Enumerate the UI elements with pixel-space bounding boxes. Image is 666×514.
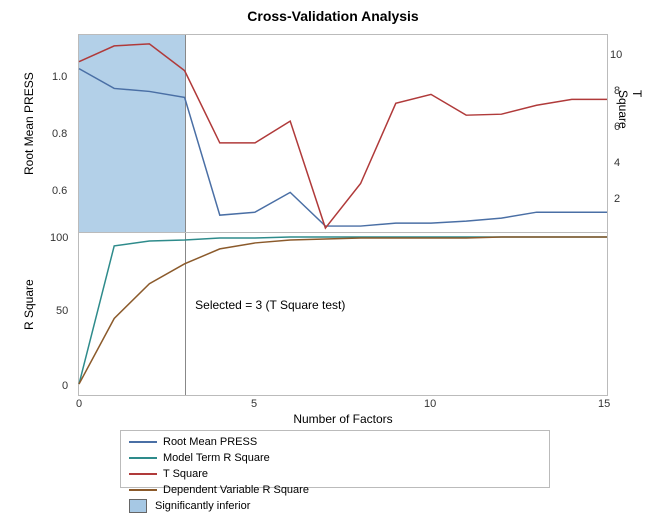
legend-label: Model Term R Square — [163, 452, 270, 464]
ytick: 50 — [56, 305, 68, 317]
panel-bot: Selected = 3 (T Square test) — [79, 233, 607, 395]
ytick: 1.0 — [52, 71, 67, 83]
legend-swatch-line — [129, 473, 157, 475]
y-axis-right: T Square — [616, 90, 644, 129]
y-axis-left-bot: R Square — [22, 279, 36, 330]
legend-swatch-line — [129, 441, 157, 443]
legend-swatch-line — [129, 489, 157, 491]
legend-item: T Square — [129, 466, 329, 482]
legend-label: Significantly inferior — [155, 500, 250, 512]
legend: Root Mean PRESS Model Term R Square T Sq… — [120, 430, 550, 488]
line-dep-var-rsq — [79, 237, 607, 384]
line-root-mean-press — [79, 69, 607, 226]
top-panel-lines — [79, 35, 607, 232]
ytick-r: 10 — [610, 49, 622, 61]
ytick-r: 8 — [614, 85, 620, 97]
ytick-r: 6 — [614, 121, 620, 133]
ytick: 0.6 — [52, 185, 67, 197]
legend-item: Dependent Variable R Square — [129, 482, 349, 498]
panel-top — [79, 35, 607, 233]
ytick: 100 — [50, 232, 68, 244]
x-axis-label: Number of Factors — [78, 412, 608, 426]
xtick: 15 — [598, 398, 610, 410]
bot-panel-lines — [79, 233, 607, 395]
xtick: 10 — [424, 398, 436, 410]
ytick: 0.8 — [52, 128, 67, 140]
plot-area: Selected = 3 (T Square test) — [78, 34, 608, 396]
legend-label: T Square — [163, 468, 208, 480]
xtick: 5 — [251, 398, 257, 410]
legend-label: Dependent Variable R Square — [163, 484, 309, 496]
chart-frame: Cross-Validation Analysis Root Mean PRES… — [0, 0, 666, 500]
legend-item: Model Term R Square — [129, 450, 349, 466]
line-t-square — [79, 44, 607, 228]
ytick: 0 — [62, 380, 68, 392]
legend-item: Significantly inferior — [129, 498, 329, 514]
ytick-r: 2 — [614, 193, 620, 205]
legend-label: Root Mean PRESS — [163, 436, 257, 448]
chart-title: Cross-Validation Analysis — [0, 0, 666, 24]
ytick-r: 4 — [614, 157, 620, 169]
y-axis-left-top: Root Mean PRESS — [22, 72, 36, 175]
line-model-term-rsq — [79, 237, 607, 384]
legend-swatch-line — [129, 457, 157, 459]
xtick: 0 — [76, 398, 82, 410]
legend-swatch-box — [129, 499, 147, 513]
legend-item: Root Mean PRESS — [129, 434, 329, 450]
